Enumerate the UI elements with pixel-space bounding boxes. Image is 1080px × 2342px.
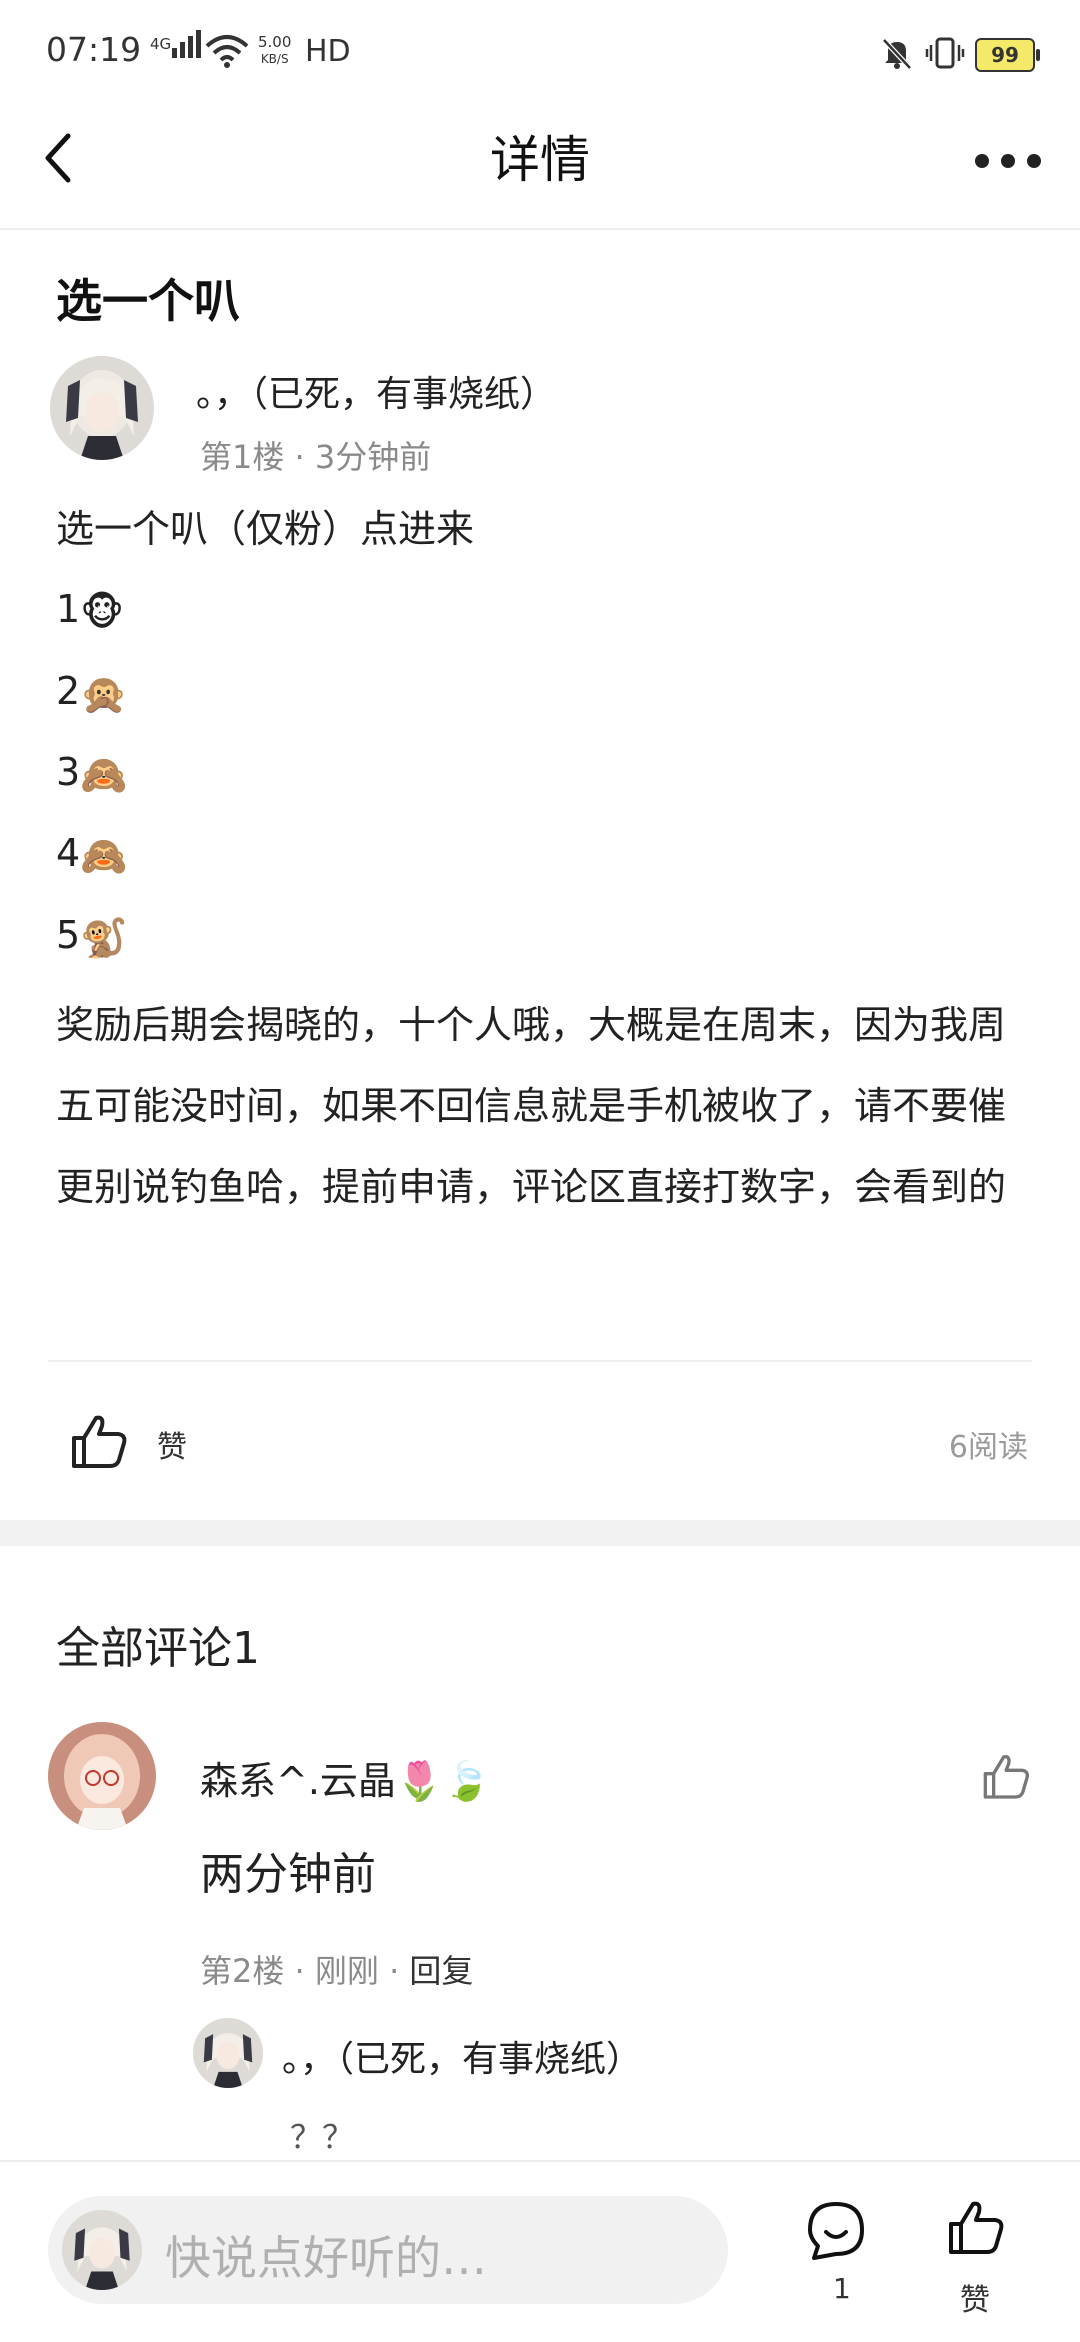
status-time: 07:19 — [46, 30, 142, 69]
more-dot-icon — [1027, 154, 1041, 168]
post-intro: 选一个叭（仅粉）点进来 — [56, 507, 475, 551]
reply-author[interactable]: 。，（已死，有事烧纸） — [282, 2030, 642, 2082]
option-item: 5🐒 — [56, 908, 128, 965]
status-bar: 07:19 4G 5.00 KB/S HD 99 — [0, 0, 1080, 110]
commenter-name[interactable]: 森系^.云晶🌷🍃 — [200, 1750, 491, 1805]
speak-no-evil-monkey-emoji: 🙊 — [80, 671, 128, 716]
post-floor-info: 第1楼 · 3分钟前 — [200, 438, 432, 476]
reply-avatar[interactable] — [193, 2018, 263, 2088]
option-number: 2 — [56, 669, 81, 713]
author-name[interactable]: 。，（已死，有事烧纸） — [196, 365, 556, 417]
author-avatar[interactable] — [50, 356, 154, 460]
see-no-evil-monkey-emoji: 🙈 — [80, 752, 128, 797]
option-item: 1🐵 — [56, 582, 124, 639]
comment-count: 1 — [833, 2272, 851, 2305]
post-like-button[interactable] — [70, 1412, 130, 1476]
comment-meta: 第2楼 · 刚刚 · 回复 — [200, 1952, 474, 1990]
option-item: 4🙈 — [56, 826, 128, 883]
vibrate-icon — [925, 36, 965, 74]
thumbs-up-icon — [983, 1755, 1029, 1799]
comment-input-placeholder[interactable]: 快说点好听的… — [165, 2222, 487, 2288]
option-number: 4 — [56, 831, 81, 875]
page-title: 详情 — [490, 131, 590, 189]
comment-bubble-icon — [808, 2202, 864, 2260]
comment-button[interactable] — [806, 2200, 866, 2266]
comment-like-button[interactable] — [982, 1752, 1032, 1806]
network-speed: 5.00 KB/S — [258, 34, 291, 68]
comment-floor: 第2楼 — [200, 1952, 285, 1990]
read-count: 6阅读 — [948, 1430, 1028, 1465]
option-number: 3 — [56, 750, 81, 794]
network-type: 4G — [150, 35, 172, 53]
speed-value: 5.00 — [258, 33, 292, 51]
divider — [48, 1360, 1032, 1362]
bottom-like-label[interactable]: 赞 — [960, 2275, 990, 2319]
speed-unit: KB/S — [260, 52, 289, 66]
option-item: 2🙊 — [56, 664, 128, 721]
more-dot-icon — [1001, 154, 1015, 168]
monkey-emoji: 🐒 — [80, 915, 128, 960]
option-number: 1 — [56, 587, 81, 631]
reply-text: ？？ — [290, 2118, 355, 2156]
comment-text: 两分钟前 — [200, 1849, 376, 1900]
battery-indicator: 99 — [975, 38, 1040, 72]
thumbs-up-icon — [72, 1415, 127, 1468]
more-options-button[interactable] — [975, 150, 1041, 170]
wifi-icon — [205, 34, 249, 72]
commenter-avatar[interactable] — [48, 1722, 156, 1830]
comment-time: 刚刚 — [314, 1952, 379, 1990]
signal-icon: 4G — [150, 30, 201, 58]
mute-bell-icon — [880, 36, 914, 74]
more-dot-icon — [975, 154, 989, 168]
thumbs-up-icon — [949, 2201, 1004, 2254]
section-separator — [0, 1520, 1080, 1546]
option-item: 3🙈 — [56, 745, 128, 802]
my-avatar — [62, 2210, 142, 2290]
post-body: 奖励后期会揭晓的，十个人哦，大概是在周末，因为我周五可能没时间，如果不回信息就是… — [56, 1003, 1007, 1209]
post-title: 选一个叭 — [56, 274, 240, 328]
post-like-label[interactable]: 赞 — [157, 1422, 187, 1466]
option-number: 5 — [56, 913, 81, 957]
hd-indicator: HD — [305, 34, 351, 69]
reply-button[interactable]: 回复 — [409, 1952, 473, 1990]
monkey-face-emoji: 🐵 — [80, 589, 125, 634]
see-no-evil-monkey-emoji: 🙈 — [80, 833, 128, 878]
bottom-like-button[interactable] — [947, 2198, 1007, 2262]
comments-header: 全部评论1 — [56, 1623, 260, 1674]
